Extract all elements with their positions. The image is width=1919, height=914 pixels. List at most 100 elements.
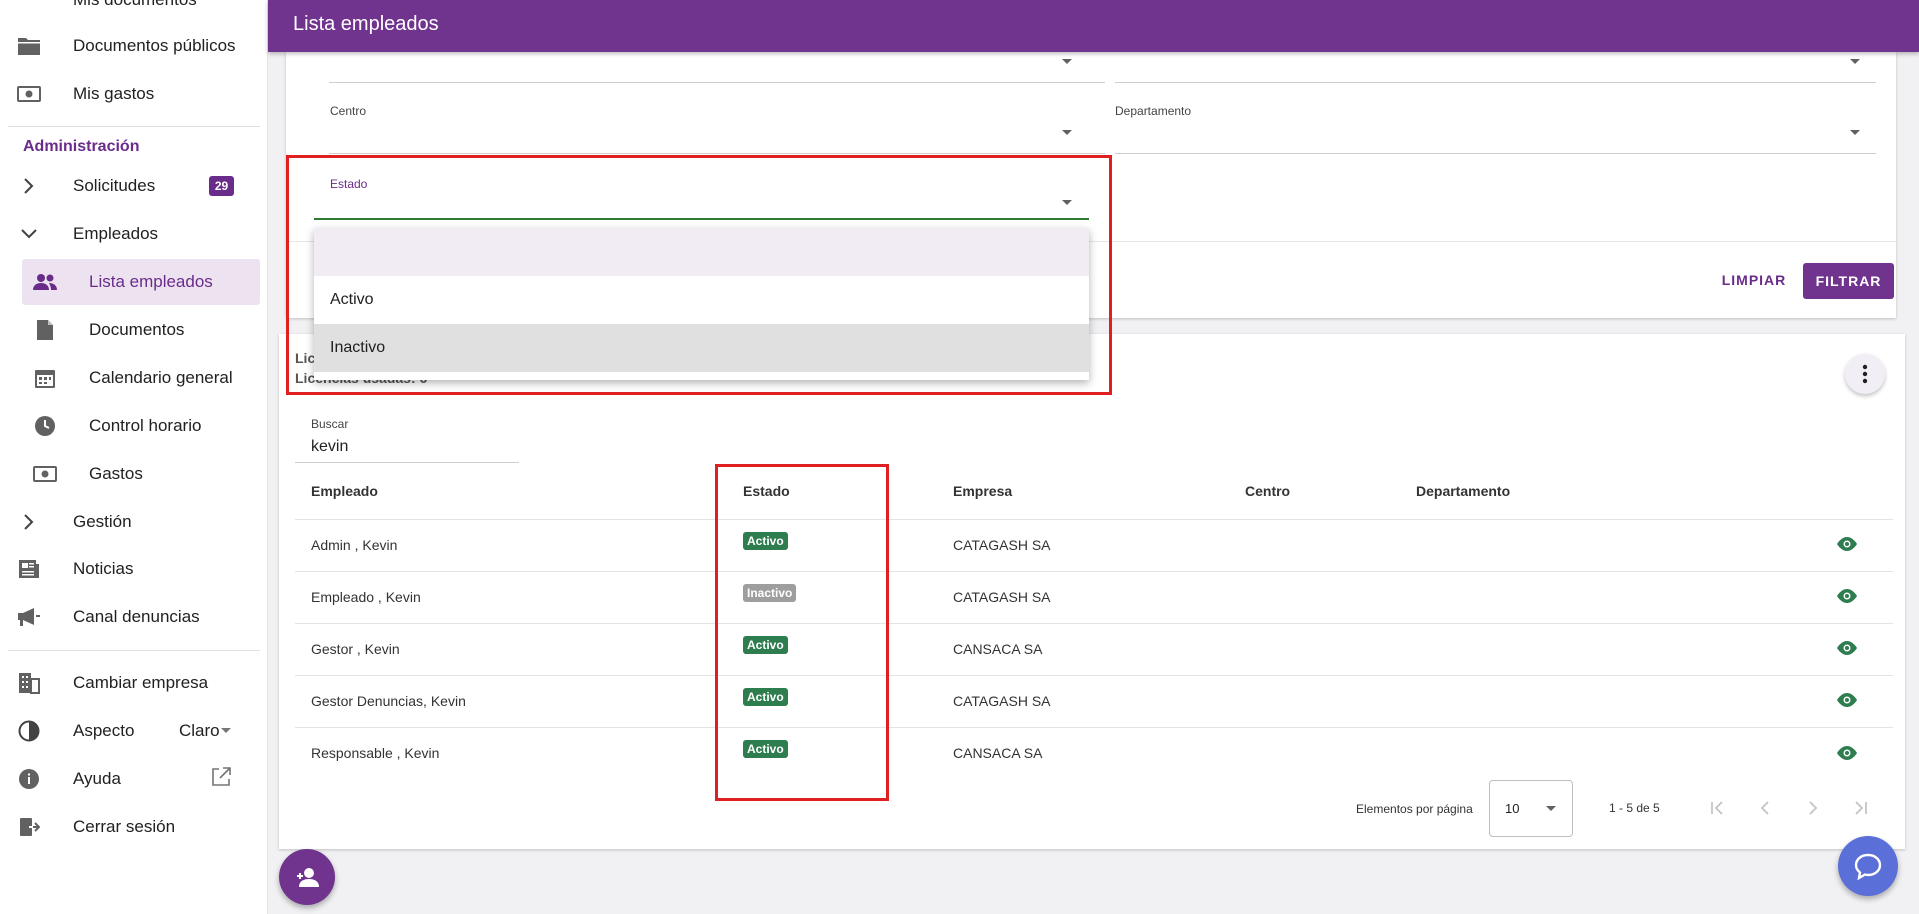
sidebar-item-canal-denuncias[interactable]: Canal denuncias xyxy=(0,595,267,639)
page-title: Lista empleados xyxy=(293,13,439,35)
table-divider xyxy=(295,623,1893,624)
sidebar-item-label: Aspecto xyxy=(73,721,135,740)
sidebar-item-aspecto[interactable]: Aspecto Claro xyxy=(0,709,267,753)
newspaper-icon xyxy=(16,556,42,582)
sidebar-item-documentos-publicos[interactable]: Documentos públicos xyxy=(0,24,267,68)
employee-name: Gestor , Kevin xyxy=(311,641,400,657)
sidebar-item-lista-empleados[interactable]: Lista empleados xyxy=(22,259,260,305)
sidebar-item-ayuda[interactable]: Ayuda xyxy=(0,757,267,801)
estado-select[interactable] xyxy=(314,218,1089,220)
table-divider xyxy=(295,571,1893,572)
info-icon xyxy=(16,766,42,792)
table-divider xyxy=(295,675,1893,676)
sidebar-item-documentos[interactable]: Documentos xyxy=(0,308,267,352)
sidebar-item-mis-gastos[interactable]: Mis gastos xyxy=(0,72,267,116)
chevron-down-icon xyxy=(16,221,42,247)
clock-icon xyxy=(32,413,58,439)
status-badge: Activo xyxy=(743,740,788,758)
sidebar-item-noticias[interactable]: Noticias xyxy=(0,547,267,591)
folder-icon xyxy=(16,33,42,59)
sidebar-item-label: Gestión xyxy=(73,512,132,531)
people-icon xyxy=(32,269,58,295)
estado-option-inactivo[interactable]: Inactivo xyxy=(314,324,1089,372)
add-employee-button[interactable] xyxy=(279,849,335,905)
select-underline xyxy=(329,82,1105,83)
sidebar-divider xyxy=(8,126,260,127)
column-header-empleado[interactable]: Empleado xyxy=(311,483,378,499)
sidebar-item-calendario-general[interactable]: Calendario general xyxy=(0,356,267,400)
departamento-select-label: Departamento xyxy=(1115,104,1192,118)
sidebar-item-label: Calendario general xyxy=(89,368,233,387)
search-label: Buscar xyxy=(311,417,349,431)
select-underline xyxy=(1115,82,1876,83)
sidebar-item-cerrar-sesion[interactable]: Cerrar sesión xyxy=(0,805,267,849)
view-eye-icon[interactable] xyxy=(1835,640,1859,656)
company-name: CATAGASH SA xyxy=(953,537,1051,553)
caret-down-icon xyxy=(221,728,231,733)
sidebar-divider xyxy=(8,650,260,651)
chat-button[interactable] xyxy=(1838,836,1898,896)
estado-dropdown-panel: Activo Inactivo xyxy=(314,228,1089,380)
more-options-button[interactable] xyxy=(1845,354,1885,394)
sidebar-item-cambiar-empresa[interactable]: Cambiar empresa xyxy=(0,661,267,705)
file-icon xyxy=(32,317,58,343)
departamento-select[interactable] xyxy=(1115,153,1876,154)
sidebar-item-solicitudes[interactable]: Solicitudes 29 xyxy=(0,164,267,208)
estado-option-empty[interactable] xyxy=(314,228,1089,276)
first-page-icon[interactable] xyxy=(1706,797,1728,819)
status-badge: Inactivo xyxy=(743,584,797,602)
sidebar-item-gastos[interactable]: Gastos xyxy=(0,452,267,496)
search-input[interactable] xyxy=(311,433,516,461)
page-size-select[interactable] xyxy=(1489,780,1573,837)
view-eye-icon[interactable] xyxy=(1835,536,1859,552)
chat-icon xyxy=(1854,853,1882,880)
filter-button[interactable]: FILTRAR xyxy=(1803,263,1894,299)
column-header-empresa[interactable]: Empresa xyxy=(953,483,1012,499)
person-add-icon xyxy=(297,868,319,887)
employee-name: Responsable , Kevin xyxy=(311,745,440,761)
view-eye-icon[interactable] xyxy=(1835,588,1859,604)
last-page-icon[interactable] xyxy=(1850,797,1872,819)
column-header-centro[interactable]: Centro xyxy=(1245,483,1290,499)
solicitudes-count-badge: 29 xyxy=(209,176,234,196)
chevron-right-icon xyxy=(16,173,42,199)
sidebar-item-label: Cerrar sesión xyxy=(73,817,176,836)
status-badge: Activo xyxy=(743,688,788,706)
previous-page-icon[interactable] xyxy=(1754,797,1776,819)
sidebar-item-label: Gastos xyxy=(89,464,143,483)
caret-down-icon xyxy=(1546,806,1556,811)
table-divider xyxy=(295,727,1893,728)
sidebar-item-label: Solicitudes xyxy=(73,176,156,195)
external-link-icon[interactable] xyxy=(210,766,232,793)
employees-table-card xyxy=(279,334,1905,849)
estado-option-activo[interactable]: Activo xyxy=(314,276,1089,324)
logout-icon xyxy=(16,814,42,840)
sidebar-item-mis-documentos[interactable]: Mis documentos xyxy=(0,0,267,22)
sidebar-item-gestion[interactable]: Gestión xyxy=(0,500,267,544)
caret-down-icon xyxy=(1850,130,1860,135)
sidebar-item-empleados[interactable]: Empleados xyxy=(0,212,267,256)
sidebar-item-label: Documentos xyxy=(89,320,185,339)
company-name: CANSACA SA xyxy=(953,745,1043,761)
sidebar-item-label: Control horario xyxy=(89,416,202,435)
column-header-departamento[interactable]: Departamento xyxy=(1416,483,1510,499)
table-divider xyxy=(295,519,1893,520)
sidebar-item-label: Lista empleados xyxy=(89,272,213,291)
sidebar-item-label: Empleados xyxy=(73,224,159,243)
page-range: 1 - 5 de 5 xyxy=(1609,801,1660,815)
app-header: Lista empleados xyxy=(268,0,1919,52)
page-size-value: 10 xyxy=(1505,801,1520,816)
clear-filters-button[interactable]: LIMPIAR xyxy=(1707,263,1801,297)
sidebar-item-control-horario[interactable]: Control horario xyxy=(0,404,267,448)
employee-name: Gestor Denuncias, Kevin xyxy=(311,693,466,709)
view-eye-icon[interactable] xyxy=(1835,692,1859,708)
centro-select[interactable] xyxy=(329,153,1105,154)
document-icon xyxy=(16,0,42,13)
sidebar-item-label: Mis documentos xyxy=(73,0,197,10)
column-header-estado[interactable]: Estado xyxy=(743,483,790,499)
sidebar-item-label: Ayuda xyxy=(73,769,121,788)
more-vert-icon xyxy=(1862,364,1868,384)
next-page-icon[interactable] xyxy=(1802,797,1824,819)
view-eye-icon[interactable] xyxy=(1835,745,1859,761)
aspecto-select-value[interactable]: Claro xyxy=(179,721,220,741)
